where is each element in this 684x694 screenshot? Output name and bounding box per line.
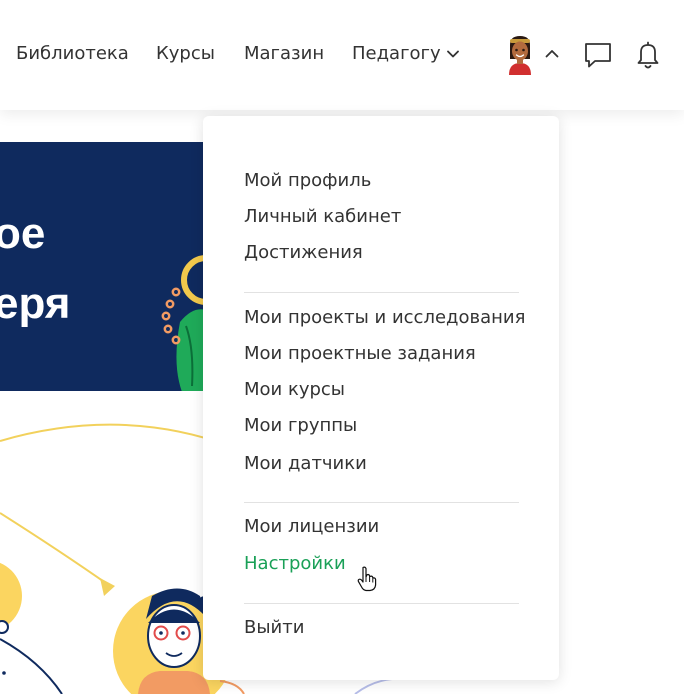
- menu-item-groups[interactable]: Мои группы: [244, 415, 357, 437]
- nav-shop[interactable]: Магазин: [244, 43, 324, 64]
- page: Библиотека Курсы Магазин Педагогу ое еря: [0, 0, 684, 694]
- menu-item-profile[interactable]: Мой профиль: [244, 170, 371, 192]
- menu-item-project-tasks[interactable]: Мои проектные задания: [244, 343, 476, 365]
- menu-item-sensors[interactable]: Мои датчики: [244, 453, 367, 475]
- menu-item-projects[interactable]: Мои проекты и исследования: [244, 307, 525, 329]
- menu-item-settings[interactable]: Настройки: [244, 553, 346, 575]
- avatar[interactable]: [505, 33, 535, 75]
- menu-item-achievements[interactable]: Достижения: [244, 242, 363, 264]
- chevron-up-icon[interactable]: [545, 49, 559, 58]
- bell-icon[interactable]: [636, 40, 660, 70]
- banner-text-line-1: ое: [0, 209, 46, 258]
- user-menu-dropdown: Мой профиль Личный кабинет Достижения Мо…: [203, 116, 559, 680]
- menu-divider: [244, 292, 519, 293]
- chevron-down-icon: [446, 50, 459, 58]
- menu-item-logout[interactable]: Выйти: [244, 617, 304, 639]
- nav-library[interactable]: Библиотека: [16, 43, 129, 64]
- top-header: Библиотека Курсы Магазин Педагогу: [0, 0, 684, 110]
- nav-teacher-dropdown[interactable]: Педагогу: [352, 43, 459, 64]
- menu-item-licenses[interactable]: Мои лицензии: [244, 516, 379, 538]
- promo-banner[interactable]: ое еря: [0, 142, 216, 391]
- nav-courses[interactable]: Курсы: [156, 43, 215, 64]
- banner-text-line-2: еря: [0, 279, 71, 328]
- menu-divider: [244, 603, 519, 604]
- hand-pointer-icon: [357, 566, 377, 592]
- avatar-image: [509, 36, 531, 75]
- menu-divider: [244, 502, 519, 503]
- nav-teacher-label: Педагогу: [352, 43, 441, 64]
- menu-item-dashboard[interactable]: Личный кабинет: [244, 206, 401, 228]
- chat-icon[interactable]: [583, 41, 613, 69]
- menu-item-courses[interactable]: Мои курсы: [244, 379, 345, 401]
